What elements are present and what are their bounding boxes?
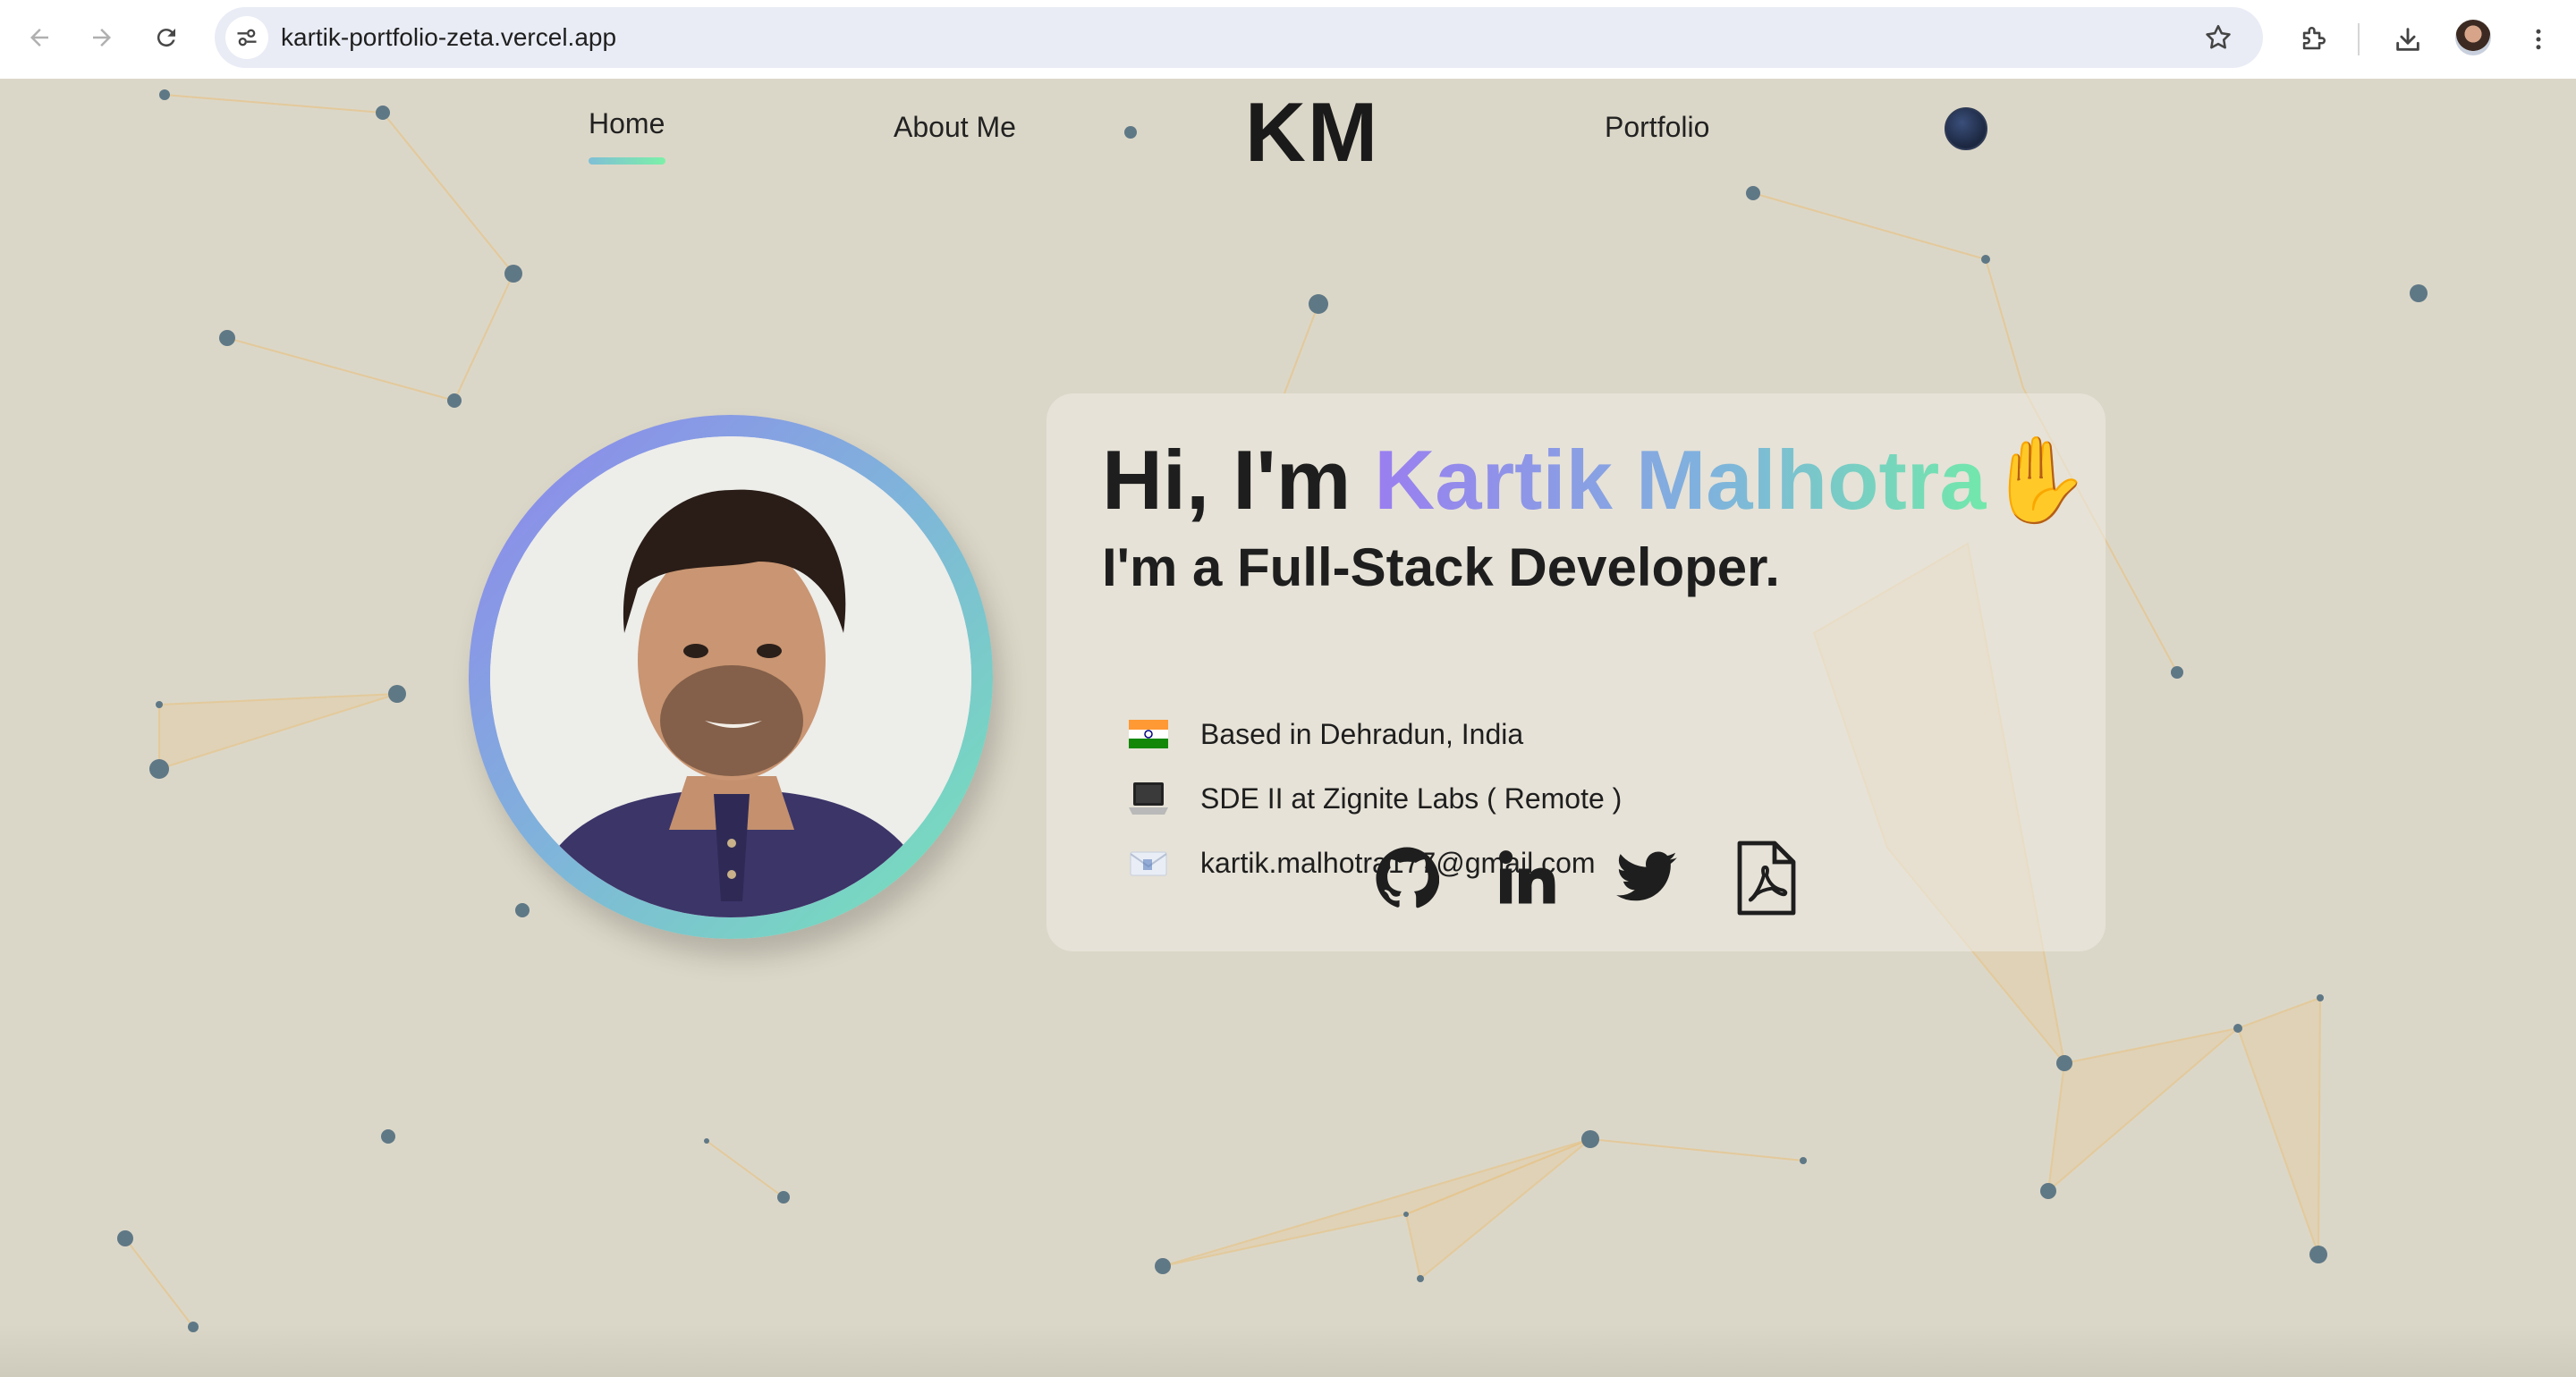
- nav-portfolio-link[interactable]: Portfolio: [1605, 111, 1709, 144]
- download-icon[interactable]: [2386, 18, 2429, 61]
- theme-toggle-moon-icon[interactable]: [1945, 107, 1987, 150]
- profile-avatar[interactable]: [2455, 20, 2491, 55]
- resume-pdf-icon[interactable]: [1732, 841, 1801, 916]
- more-menu-icon[interactable]: [2517, 18, 2560, 61]
- address-bar[interactable]: kartik-portfolio-zeta.vercel.app: [215, 7, 2263, 68]
- browser-toolbar: kartik-portfolio-zeta.vercel.app: [0, 0, 2576, 79]
- back-icon[interactable]: [20, 18, 59, 57]
- location-text: Based in Dehradun, India: [1200, 717, 1524, 750]
- toolbar-divider: [2358, 23, 2360, 55]
- profile-photo-frame: [469, 415, 993, 939]
- job-row: SDE II at Zignite Labs ( Remote ): [1129, 778, 1622, 819]
- bookmark-star-icon[interactable]: [2200, 20, 2236, 55]
- wave-emoji: ✋: [1986, 433, 2091, 527]
- nav-about-link[interactable]: About Me: [894, 111, 1016, 144]
- forward-icon[interactable]: [82, 18, 122, 57]
- location-row: Based in Dehradun, India: [1129, 714, 1523, 755]
- linkedin-icon[interactable]: [1492, 841, 1562, 916]
- role-heading: I'm a Full-Stack Developer.: [1102, 537, 1780, 597]
- envelope-icon: [1129, 847, 1168, 879]
- active-nav-indicator: [589, 157, 665, 165]
- extensions-icon[interactable]: [2292, 18, 2334, 61]
- greeting-text: Hi, I'm: [1102, 433, 1375, 527]
- url-text[interactable]: kartik-portfolio-zeta.vercel.app: [281, 7, 616, 68]
- social-links: [1372, 841, 1801, 916]
- github-icon[interactable]: [1372, 841, 1442, 916]
- reload-icon[interactable]: [147, 18, 186, 57]
- site-info-icon[interactable]: [225, 16, 268, 59]
- twitter-icon[interactable]: [1612, 841, 1682, 916]
- intro-card: Hi, I'm Kartik Malhotra✋ I'm a Full-Stac…: [1046, 393, 2106, 951]
- job-text: SDE II at Zignite Labs ( Remote ): [1200, 781, 1623, 815]
- portfolio-page: Home About Me KM Portfolio Hi, I'm Karti…: [0, 79, 2576, 1377]
- site-logo[interactable]: KM: [1245, 84, 1379, 181]
- greeting-heading: Hi, I'm Kartik Malhotra✋: [1102, 431, 2091, 529]
- nav-home-link[interactable]: Home: [589, 107, 665, 140]
- developer-name: Kartik Malhotra: [1374, 433, 1987, 527]
- profile-photo: [490, 436, 971, 917]
- laptop-icon: [1129, 782, 1168, 815]
- india-flag-icon: [1129, 718, 1168, 750]
